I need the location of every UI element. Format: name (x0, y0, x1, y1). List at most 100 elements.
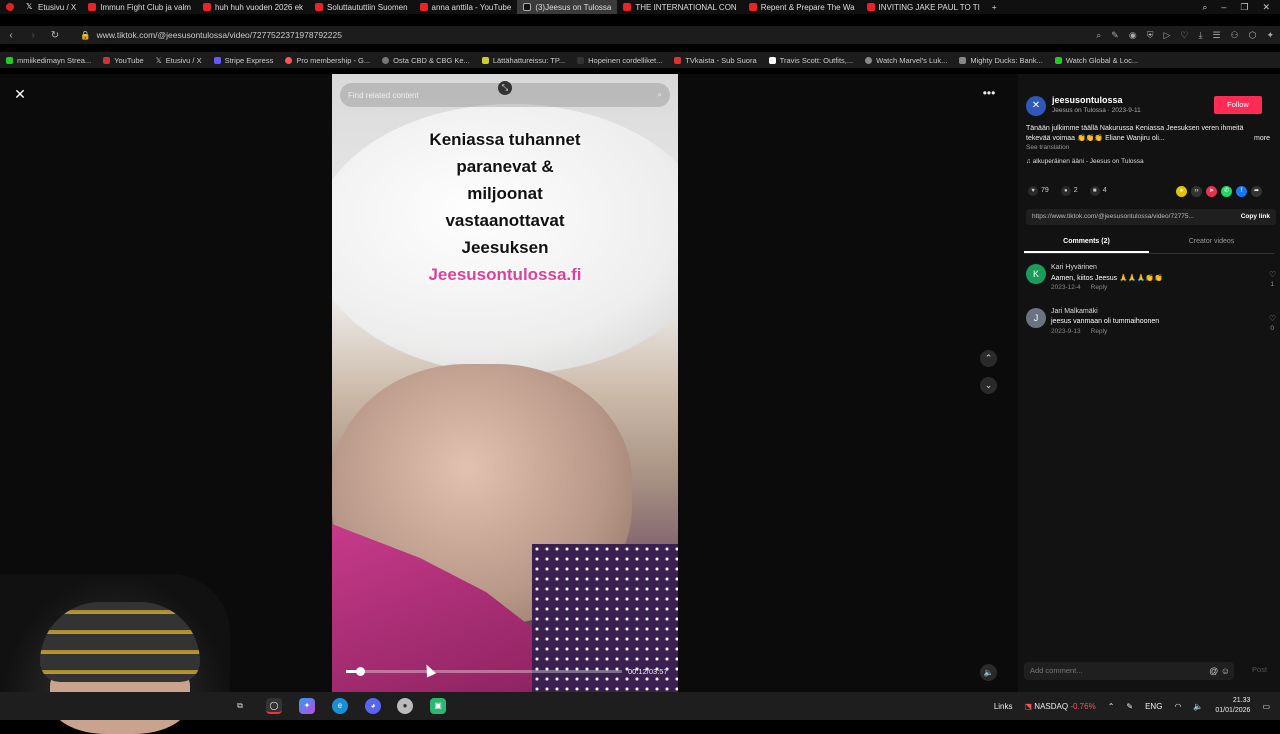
clock[interactable]: 21.33 01/01/2026 (1215, 696, 1250, 716)
chevron-up-icon[interactable]: ⌃ (1108, 702, 1115, 711)
bookmark-item[interactable]: Lättähattureissu: TP... (476, 56, 571, 65)
url-field[interactable]: 🔒 www.tiktok.com/@jeesusontulossa/video/7… (80, 30, 342, 41)
see-translation-link[interactable]: See translation (1026, 144, 1069, 151)
close-window-icon[interactable]: ✕ (1262, 2, 1270, 13)
bookmark-item[interactable]: Hopeinen cordelliket... (571, 56, 668, 65)
tab-youtube-3[interactable]: Soluttaututtiin Suomen (309, 0, 414, 14)
add-comment-input[interactable]: Add comment... @ ☺ (1024, 662, 1234, 680)
tab-youtube-4[interactable]: anna anttila - YouTube (414, 0, 518, 14)
volume-tray-icon[interactable]: 🔈 (1193, 702, 1203, 711)
expand-icon[interactable]: ⤡ (498, 81, 512, 95)
bookmark-item[interactable]: Watch Marvel's Luk... (859, 56, 953, 65)
extension-icon[interactable]: ⬡ (1249, 30, 1257, 41)
tiktok-icon (523, 3, 532, 11)
bookmark-item[interactable]: Watch Global & Loc... (1049, 56, 1144, 65)
tab-creator-videos[interactable]: Creator videos (1149, 234, 1274, 253)
whatsapp-icon[interactable]: ✆ (1221, 186, 1232, 197)
heart-icon[interactable]: ♡ (1269, 314, 1276, 323)
language-indicator[interactable]: ENG (1145, 702, 1162, 711)
opera-logo-icon[interactable] (0, 0, 20, 14)
follow-button[interactable]: Follow (1214, 96, 1262, 114)
minimize-icon[interactable]: – (1221, 2, 1226, 12)
embed-icon[interactable]: ‹› (1191, 186, 1202, 197)
bookmark-item[interactable]: TVkaista - Sub Suora (668, 56, 762, 65)
account-name[interactable]: jeesusontulossa (1052, 95, 1123, 105)
avatar[interactable]: J (1026, 308, 1046, 328)
previous-video-button[interactable]: ⌃ (980, 350, 997, 367)
tab-comments[interactable]: Comments (2) (1024, 234, 1149, 253)
menu-icon[interactable]: ☰ (1212, 30, 1220, 41)
avatar[interactable]: ✕ (1026, 96, 1046, 116)
forward-icon[interactable]: › (22, 30, 44, 41)
comment-author[interactable]: Kari Hyvärinen (1051, 264, 1097, 271)
pen-icon[interactable]: ✎ (1126, 702, 1133, 711)
task-view-icon[interactable]: ⧉ (232, 698, 248, 714)
links-toolbar[interactable]: Links (994, 702, 1013, 711)
bookmark-item[interactable]: 𝕏 Etusivu / X (150, 56, 208, 65)
bookmark-item[interactable]: Pro membership - G... (279, 56, 376, 65)
profile-icon[interactable]: ⚇ (1231, 30, 1239, 41)
tab-youtube-1[interactable]: Immun Fight Club ja valm (82, 0, 197, 14)
discord-icon[interactable]: ◕ (365, 698, 381, 714)
save-button[interactable]: ■ 4 (1089, 186, 1107, 196)
video-player[interactable]: Find related content ⌕ ⤡ Keniassa tuhann… (332, 74, 678, 692)
shield-icon[interactable]: ⛨ (1147, 30, 1154, 41)
tab-x[interactable]: 𝕏 Etusivu / X (20, 0, 82, 14)
ai-icon[interactable]: ✦ (1266, 30, 1274, 41)
bookmark-item[interactable]: Mighty Ducks: Bank... (953, 56, 1049, 65)
tab-tiktok-active[interactable]: (3)Jeesus on Tulossa (517, 0, 618, 14)
bookmark-item[interactable]: Stripe Express (208, 56, 280, 65)
bookmark-item[interactable]: Osta CBD & CBG Ke... (376, 56, 476, 65)
emoji-icon[interactable]: @ ☺ (1209, 662, 1230, 680)
stock-widget[interactable]: ⬔ NASDAQ -0.76% (1025, 702, 1096, 711)
opera-icon[interactable]: ◯ (266, 698, 282, 714)
notification-icon[interactable]: ▭ (1262, 702, 1270, 711)
heart-icon[interactable]: ♡ (1180, 30, 1188, 41)
back-icon[interactable]: ‹ (0, 30, 22, 41)
kick-icon[interactable]: ▣ (430, 698, 446, 714)
facebook-icon[interactable]: f (1236, 186, 1247, 197)
sound-link[interactable]: ♫ alkuperäinen ääni - Jeesus on Tulossa (1026, 158, 1144, 165)
wifi-icon[interactable]: ◠ (1174, 702, 1181, 711)
progress-knob[interactable] (355, 667, 365, 676)
search-tabs-icon[interactable]: ⌕ (1202, 2, 1207, 13)
tab-youtube-6[interactable]: Repent & Prepare The Wa (743, 0, 861, 14)
send-icon[interactable]: ➤ (1206, 186, 1217, 197)
camera-icon[interactable]: ◉ (1129, 30, 1137, 41)
reload-icon[interactable]: ↻ (44, 30, 66, 41)
heart-icon[interactable]: ♡ (1269, 270, 1276, 279)
maximize-icon[interactable]: ❐ (1240, 2, 1248, 13)
tab-youtube-5[interactable]: THE INTERNATIONAL CON (617, 0, 742, 14)
video-link-field[interactable]: https://www.tiktok.com/@jeesusontulossa/… (1026, 209, 1276, 225)
windows-taskbar: ⧉ ◯ ✦ e ◕ ● ▣ Links ⬔ NASDAQ -0.76% ⌃ ✎ … (0, 692, 1280, 720)
comment-author[interactable]: Jari Malkamäki (1051, 308, 1098, 315)
play-icon[interactable]: ▷ (1163, 30, 1170, 41)
edit-icon[interactable]: ✎ (1111, 30, 1119, 41)
volume-icon[interactable]: 🔈 (980, 664, 997, 681)
more-options-icon[interactable]: ••• (980, 87, 998, 102)
app-icon[interactable]: ● (397, 698, 413, 714)
edge-icon[interactable]: e (332, 698, 348, 714)
copilot-icon[interactable]: ✦ (299, 698, 315, 714)
bookmark-item[interactable]: YouTube (97, 56, 149, 65)
video-progress-bar[interactable] (346, 667, 622, 676)
reply-link[interactable]: Reply (1091, 284, 1108, 291)
avatar[interactable]: K (1026, 264, 1046, 284)
share-icon[interactable]: ➦ (1251, 186, 1262, 197)
close-icon[interactable]: ✕ (12, 86, 28, 102)
download-icon[interactable]: ⤓ (1198, 30, 1202, 41)
post-button[interactable]: Post (1252, 665, 1267, 674)
copy-link-button[interactable]: Copy link (1241, 209, 1270, 225)
like-button[interactable]: ♥ 79 (1028, 186, 1049, 196)
bookmark-item[interactable]: Travis Scott: Outfits,... (763, 56, 860, 65)
bookmark-item[interactable]: mmiikedimayn Strea... (0, 56, 97, 65)
comment-button[interactable]: ● 2 (1060, 186, 1078, 196)
new-tab-button[interactable]: + (986, 0, 1003, 14)
coin-icon[interactable]: ● (1176, 186, 1187, 197)
tab-youtube-2[interactable]: huh huh vuoden 2026 ek (197, 0, 309, 14)
reply-link[interactable]: Reply (1091, 328, 1108, 335)
zoom-icon[interactable]: ⌕ (1096, 30, 1101, 41)
next-video-button[interactable]: ⌄ (980, 377, 997, 394)
tab-youtube-7[interactable]: INVITING JAKE PAUL TO TI (861, 0, 986, 14)
more-link[interactable]: more (1254, 134, 1270, 144)
